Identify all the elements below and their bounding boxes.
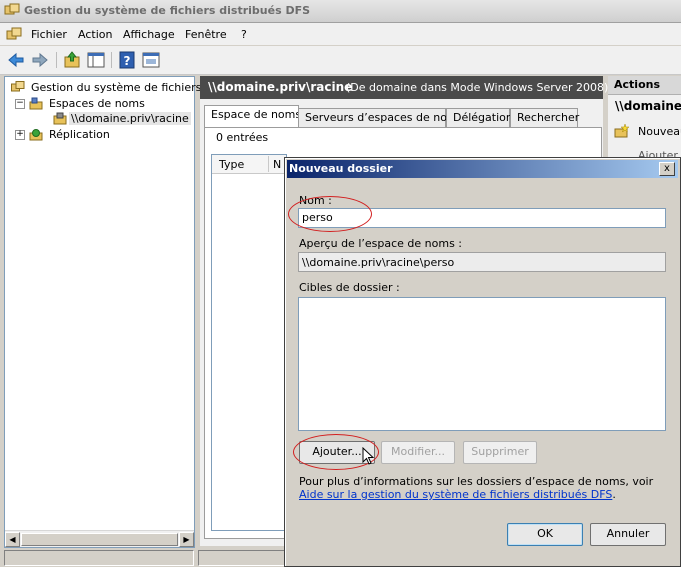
action-new[interactable]: Nouveau <box>638 125 681 138</box>
tab-label: Espace de noms <box>211 108 302 121</box>
delete-button[interactable]: Supprimer <box>463 441 537 464</box>
replication-icon <box>29 129 43 141</box>
menu-affichage[interactable]: Affichage <box>123 28 175 41</box>
tree-item-namespaces[interactable]: − Espaces de noms <box>9 96 194 111</box>
tab-espace-de-noms[interactable]: Espace de noms <box>204 105 302 129</box>
help-suffix: . <box>612 488 616 501</box>
cancel-button[interactable]: Annuler <box>590 523 666 546</box>
list-header: Type N <box>212 155 286 174</box>
tab-label: Serveurs d’espaces de noms <box>305 111 464 124</box>
tree-item-replication[interactable]: + Réplication <box>9 127 194 142</box>
tree-item-namespace-racine[interactable]: \\domaine.priv\racine <box>9 111 194 126</box>
help-prefix: Pour plus d’informations sur les dossier… <box>299 475 654 488</box>
tree-label-root: Gestion du système de fichiers dis <box>31 81 221 94</box>
title-bar: Gestion du système de fichiers distribué… <box>0 0 681 23</box>
column-divider[interactable] <box>268 156 269 172</box>
tab-rechercher[interactable]: Rechercher <box>510 108 580 128</box>
tree-label-namespaces: Espaces de noms <box>49 97 145 110</box>
center-path: \\domaine.priv\racine <box>208 80 353 94</box>
status-pane <box>4 550 194 566</box>
namespaces-icon <box>29 97 43 110</box>
actions-title: Actions <box>614 78 660 91</box>
dialog-title-bar[interactable]: Nouveau dossier x <box>287 160 678 178</box>
menu-fichier[interactable]: Fichier <box>31 28 67 41</box>
scroll-thumb[interactable] <box>21 533 178 546</box>
help-text: Pour plus d’informations sur les dossier… <box>299 475 671 501</box>
targets-label: Cibles de dossier : <box>299 281 400 294</box>
actions-subheader: \\domaine.p <box>615 99 681 113</box>
tab-label: Délégation <box>453 111 513 124</box>
column-type[interactable]: Type <box>219 158 244 171</box>
scroll-left-icon[interactable]: ◀ <box>5 532 20 547</box>
help-link[interactable]: Aide sur la gestion du système de fichie… <box>299 488 612 501</box>
ok-button[interactable]: OK <box>507 523 583 546</box>
menu-action[interactable]: Action <box>78 28 112 41</box>
show-hide-tree-icon[interactable] <box>86 50 106 70</box>
mmc-icon <box>6 27 22 40</box>
tab-serveurs[interactable]: Serveurs d’espaces de noms <box>298 108 463 128</box>
preview-field: \\domaine.priv\racine\perso <box>298 252 666 272</box>
entries-count: 0 entrées <box>216 131 269 144</box>
window-title: Gestion du système de fichiers distribué… <box>24 4 311 17</box>
new-folder-dialog: Nouveau dossier x Nom : perso Aperçu de … <box>284 157 681 567</box>
expand-icon[interactable]: + <box>15 130 25 140</box>
tree-item-root[interactable]: Gestion du système de fichiers dis <box>9 80 221 95</box>
back-icon[interactable] <box>6 50 26 70</box>
menu-fenetre[interactable]: Fenêtre <box>185 28 227 41</box>
modify-button[interactable]: Modifier... <box>381 441 455 464</box>
toolbar-separator <box>56 52 57 68</box>
toolbar-separator <box>111 52 112 68</box>
targets-list[interactable] <box>298 297 666 431</box>
svg-text:?: ? <box>124 54 131 68</box>
center-header: \\domaine.priv\racine (De domaine dans M… <box>200 76 608 99</box>
entries-list[interactable]: Type N <box>211 154 287 531</box>
column-name[interactable]: N <box>273 158 281 171</box>
tab-label: Rechercher <box>517 111 580 124</box>
tree-label-replication: Réplication <box>49 128 110 141</box>
up-folder-icon[interactable] <box>62 50 82 70</box>
dfs-app-icon <box>4 3 20 15</box>
mouse-cursor-icon <box>362 447 375 465</box>
actions-header: Actions <box>608 76 681 95</box>
new-namespace-icon <box>614 124 630 138</box>
menu-help[interactable]: ? <box>241 28 247 41</box>
tab-delegation[interactable]: Délégation <box>446 108 513 128</box>
forward-icon[interactable] <box>30 50 50 70</box>
preview-label: Aperçu de l’espace de noms : <box>299 237 463 250</box>
highlight-circle-name <box>288 196 372 232</box>
properties-icon[interactable] <box>141 50 161 70</box>
menu-bar: Fichier Action Affichage Fenêtre ? <box>0 23 681 45</box>
tree-label-namespace-racine: \\domaine.priv\racine <box>69 112 191 125</box>
toolbar: ? <box>0 46 681 75</box>
tree-panel: Gestion du système de fichiers dis − Esp… <box>4 76 221 548</box>
collapse-icon[interactable]: − <box>15 99 25 109</box>
dialog-title: Nouveau dossier <box>289 162 393 175</box>
scroll-right-icon[interactable]: ▶ <box>179 532 194 547</box>
close-icon[interactable]: x <box>659 162 675 176</box>
help-icon[interactable]: ? <box>117 50 137 70</box>
dfs-management-icon <box>11 81 25 92</box>
namespace-root-icon <box>53 112 67 125</box>
preview-value: \\domaine.priv\racine\perso <box>302 256 455 269</box>
center-subtitle: (De domaine dans Mode Windows Server 200… <box>346 81 609 94</box>
tree-horizontal-scrollbar[interactable]: ◀ ▶ <box>5 530 194 547</box>
